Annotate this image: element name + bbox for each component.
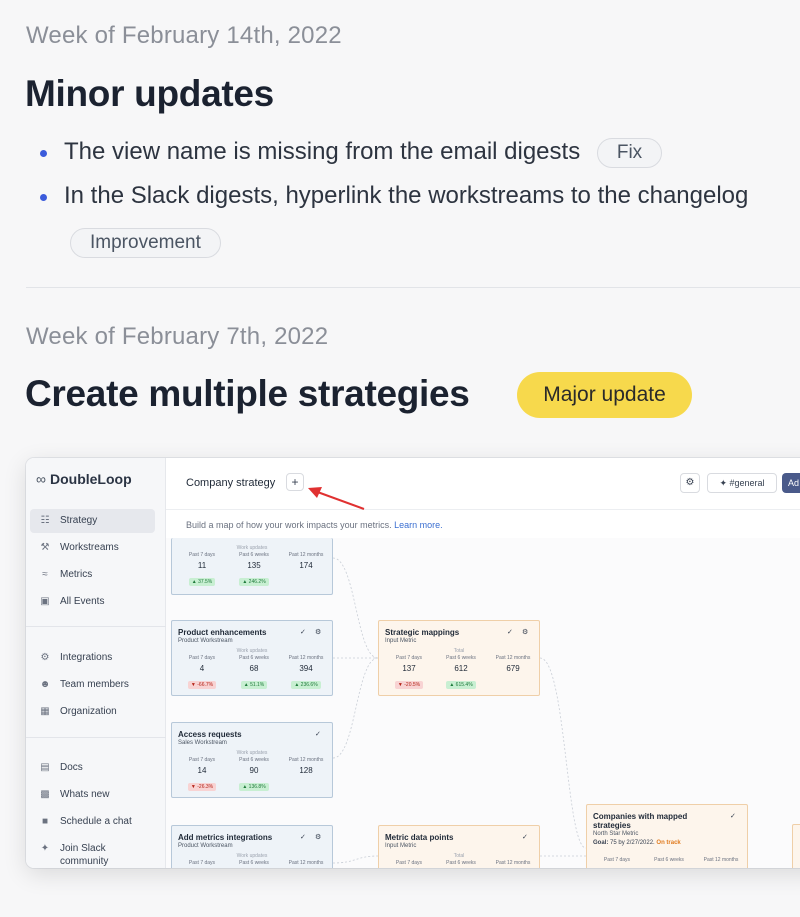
metric-card[interactable]: Metric data points Input Metric ✓ Total … (378, 825, 540, 868)
workstream-card[interactable]: Product enhancements Product Workstream … (171, 620, 333, 696)
item-text: The view name is missing from the email … (64, 138, 581, 166)
improvement-tag-wrap: Improvement (70, 228, 221, 258)
section-divider (26, 287, 800, 288)
week-heading: Week of February 14th, 2022 (26, 22, 342, 49)
improvement-tag[interactable]: Improvement (70, 228, 221, 258)
settings-icon[interactable]: ⚙ (315, 833, 321, 841)
status-badge: On track (656, 840, 681, 846)
edit-icon[interactable]: ✓ (300, 628, 306, 636)
red-arrow (311, 489, 365, 510)
settings-icon[interactable]: ⚙ (315, 628, 321, 636)
edit-icon[interactable]: ✓ (522, 833, 528, 841)
edit-icon[interactable]: ✓ (315, 730, 321, 738)
workstream-card[interactable]: Add metrics integrations Product Workstr… (171, 825, 333, 868)
week-heading: Week of February 7th, 2022 (26, 323, 329, 350)
metric-card[interactable] (792, 824, 800, 868)
edit-icon[interactable]: ✓ (730, 812, 736, 820)
section-title: Minor updates (25, 73, 274, 114)
feature-screenshot: ∞ DoubleLoop ☷ Strategy ⚒ Workstreams ≈ Metr… (26, 458, 800, 868)
workstream-card[interactable]: Access requests Sales Workstream ✓ Work … (171, 722, 333, 798)
settings-icon[interactable]: ⚙ (522, 628, 528, 636)
fix-tag[interactable]: Fix (596, 138, 663, 168)
list-item: The view name is missing from the email … (40, 138, 663, 168)
item-text: In the Slack digests, hyperlink the work… (64, 182, 749, 209)
edit-icon[interactable]: ✓ (300, 833, 306, 841)
workstream-card[interactable]: Work updates Past 7 days 11 ▲ 37.5% Past 6… (171, 538, 333, 595)
edit-icon[interactable]: ✓ (507, 628, 513, 636)
goal-line: Goal: 75 by 2/27/2022. On track (593, 840, 681, 846)
metric-card[interactable]: Strategic mappings Input Metric ✓ ⚙ Tota… (378, 620, 540, 696)
list-item: In the Slack digests, hyperlink the work… (40, 182, 748, 210)
north-star-card[interactable]: Companies with mapped strategies North S… (586, 804, 748, 868)
major-update-badge: Major update (517, 372, 692, 418)
section-title: Create multiple strategies (25, 373, 470, 414)
